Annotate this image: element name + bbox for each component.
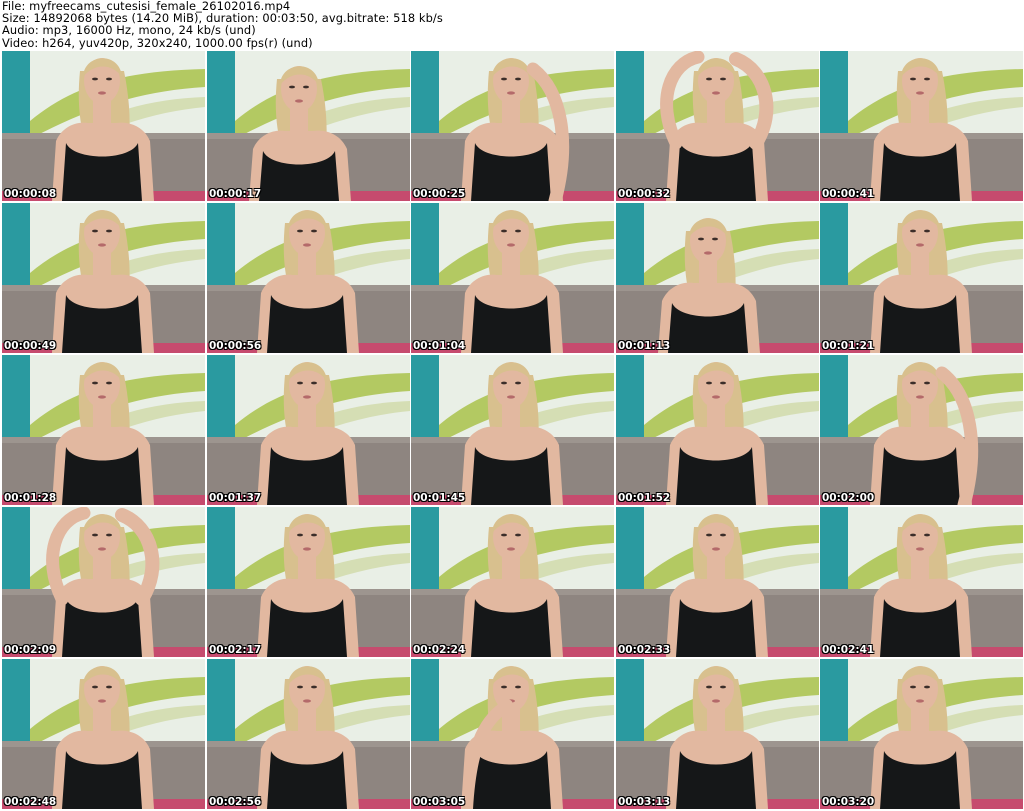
video-thumbnail: 00:00:08 [2, 51, 205, 201]
thumbnail-timestamp: 00:00:17 [209, 188, 262, 200]
video-thumbnail: 00:01:04 [411, 203, 614, 353]
thumbnail-timestamp: 00:01:28 [4, 492, 57, 504]
thumbnail-frame-image [616, 507, 819, 657]
thumbnail-frame-image [411, 507, 614, 657]
thumbnail-frame-image [820, 355, 1023, 505]
thumbnail-frame-image [207, 507, 410, 657]
video-thumbnail: 00:03:20 [820, 659, 1023, 809]
thumbnail-frame-image [616, 659, 819, 809]
thumbnail-timestamp: 00:03:13 [618, 796, 671, 808]
thumbnail-timestamp: 00:01:45 [413, 492, 466, 504]
video-thumbnail: 00:01:45 [411, 355, 614, 505]
thumbnail-timestamp: 00:02:56 [209, 796, 262, 808]
thumbnail-frame-image [411, 355, 614, 505]
thumbnail-timestamp: 00:00:49 [4, 340, 57, 352]
video-thumbnail: 00:02:09 [2, 507, 205, 657]
thumbnail-timestamp: 00:00:41 [822, 188, 875, 200]
thumbnail-frame-image [820, 51, 1023, 201]
thumbnail-frame-image [207, 659, 410, 809]
thumbnail-frame-image [2, 51, 205, 201]
video-info-line: Video: h264, yuv420p, 320x240, 1000.00 f… [2, 35, 313, 50]
thumbnail-frame-image [207, 355, 410, 505]
thumbnail-frame-image [411, 51, 614, 201]
video-thumbnail: 00:00:56 [207, 203, 410, 353]
thumbnail-timestamp: 00:01:37 [209, 492, 262, 504]
video-thumbnail: 00:00:41 [820, 51, 1023, 201]
video-thumbnail: 00:01:52 [616, 355, 819, 505]
video-thumbnail: 00:01:21 [820, 203, 1023, 353]
thumbnail-frame-image [820, 507, 1023, 657]
video-thumbnail: 00:03:13 [616, 659, 819, 809]
thumbnail-frame-image [2, 507, 205, 657]
video-thumbnail: 00:02:48 [2, 659, 205, 809]
thumbnail-frame-image [207, 51, 410, 201]
thumbnail-frame-image [820, 203, 1023, 353]
thumbnail-timestamp: 00:01:21 [822, 340, 875, 352]
file-info-header: File: myfreecams_cutesisi_female_2610201… [2, 0, 1020, 50]
video-thumbnail: 00:01:37 [207, 355, 410, 505]
thumbnail-timestamp: 00:02:00 [822, 492, 875, 504]
video-thumbnail: 00:03:05 [411, 659, 614, 809]
thumbnail-frame-image [820, 659, 1023, 809]
thumbnail-frame-image [2, 203, 205, 353]
video-thumbnail: 00:00:25 [411, 51, 614, 201]
video-thumbnail: 00:02:24 [411, 507, 614, 657]
thumbnail-frame-image [2, 355, 205, 505]
thumbnail-timestamp: 00:01:04 [413, 340, 466, 352]
thumbnail-timestamp: 00:02:17 [209, 644, 262, 656]
video-thumbnail: 00:01:13 [616, 203, 819, 353]
thumbnail-timestamp: 00:03:05 [413, 796, 466, 808]
video-thumbnail: 00:02:17 [207, 507, 410, 657]
video-thumbnail: 00:00:17 [207, 51, 410, 201]
video-thumbnail: 00:02:00 [820, 355, 1023, 505]
thumbnail-timestamp: 00:01:52 [618, 492, 671, 504]
thumbnail-timestamp: 00:00:32 [618, 188, 671, 200]
video-thumbnail: 00:02:56 [207, 659, 410, 809]
video-thumbnail: 00:02:33 [616, 507, 819, 657]
video-thumbnail: 00:02:41 [820, 507, 1023, 657]
thumbnail-frame-image [616, 355, 819, 505]
thumbnail-timestamp: 00:02:48 [4, 796, 57, 808]
thumbnail-timestamp: 00:02:33 [618, 644, 671, 656]
thumbnail-timestamp: 00:00:25 [413, 188, 466, 200]
thumbnail-frame-image [616, 203, 819, 353]
thumbnail-timestamp: 00:02:24 [413, 644, 466, 656]
thumbnail-timestamp: 00:02:41 [822, 644, 875, 656]
video-thumbnail: 00:01:28 [2, 355, 205, 505]
thumbnail-timestamp: 00:02:09 [4, 644, 57, 656]
thumbnail-frame-image [2, 659, 205, 809]
thumbnail-frame-image [411, 659, 614, 809]
thumbnail-timestamp: 00:00:56 [209, 340, 262, 352]
thumbnail-grid: 00:00:08 00:00:17 00:00:25 00:00:32 00:00:41… [2, 51, 1023, 811]
thumbnail-frame-image [411, 203, 614, 353]
thumbnail-timestamp: 00:01:13 [618, 340, 671, 352]
thumbnail-frame-image [207, 203, 410, 353]
audio-info-line: Audio: mp3, 16000 Hz, mono, 24 kb/s (und… [2, 23, 256, 38]
thumbnail-frame-image [616, 51, 819, 201]
thumbnail-timestamp: 00:00:08 [4, 188, 57, 200]
video-thumbnail: 00:00:32 [616, 51, 819, 201]
thumbnail-timestamp: 00:03:20 [822, 796, 875, 808]
video-thumbnail: 00:00:49 [2, 203, 205, 353]
